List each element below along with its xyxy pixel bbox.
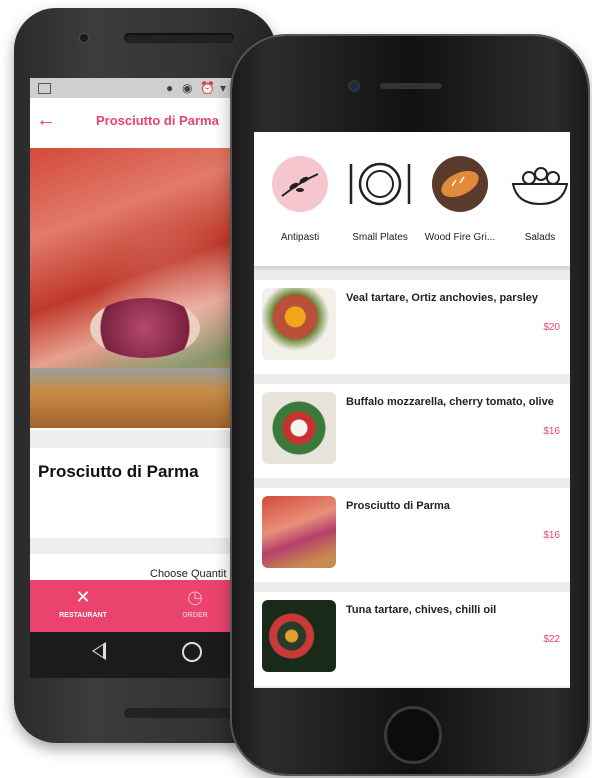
page-title: Prosciutto di Parma	[96, 113, 219, 128]
category-label: Small Plates	[352, 232, 408, 243]
salad-bowl-icon	[507, 156, 570, 212]
olive-branch-icon	[272, 156, 328, 212]
menu-item-price: $22	[543, 634, 560, 645]
menu-item-name: Buffalo mozzarella, cherry tomato, olive	[346, 396, 554, 408]
menu-item-price: $16	[543, 530, 560, 541]
tab-restaurant[interactable]: ✕ RESTAURANT	[38, 580, 128, 632]
menu-item[interactable]: Tuna tartare, chives, chilli oil $22	[254, 592, 570, 686]
menu-item[interactable]: Prosciutto di Parma $16	[254, 488, 570, 582]
location-icon: ●	[166, 81, 174, 95]
front-camera	[350, 82, 358, 90]
prosciutto-photo	[262, 496, 336, 568]
category-label: Antipasti	[280, 232, 320, 243]
alarm-icon: ⏰	[200, 81, 215, 95]
tab-order[interactable]: ◷ ORDER	[150, 580, 240, 632]
menu-item[interactable]: Veal tartare, Ortiz anchovies, parsley $…	[254, 280, 570, 374]
fork-knife-icon: ✕	[75, 587, 91, 607]
front-camera	[78, 32, 90, 44]
earpiece-speaker	[124, 33, 234, 43]
bottom-speaker	[124, 708, 234, 718]
tab-order-label: ORDER	[182, 612, 208, 619]
menu-item[interactable]: Buffalo mozzarella, cherry tomato, olive…	[254, 384, 570, 478]
divider	[254, 266, 570, 272]
bread-icon	[432, 156, 488, 212]
plate-cutlery-icon	[347, 156, 413, 212]
category-salads[interactable]: Salads	[500, 156, 570, 243]
category-label: Salads	[524, 232, 556, 243]
earpiece-speaker	[380, 83, 442, 89]
menu-item-name: Tuna tartare, chives, chilli oil	[346, 604, 497, 616]
category-antipasti[interactable]: Antipasti	[260, 156, 340, 243]
iphone: Antipasti Small Plates Wood Fire Gri... …	[232, 36, 588, 774]
category-strip: Antipasti Small Plates Wood Fire Gri... …	[254, 132, 570, 266]
menu-item-price: $16	[543, 426, 560, 437]
veal-tartare-photo	[262, 288, 336, 360]
image-notification-icon	[38, 83, 51, 94]
iphone-screen: Antipasti Small Plates Wood Fire Gri... …	[254, 132, 570, 688]
buffalo-mozzarella-photo	[262, 392, 336, 464]
back-arrow-icon[interactable]: ←	[36, 110, 56, 130]
tab-restaurant-label: RESTAURANT	[59, 612, 107, 619]
signal-icon: ▾	[220, 81, 227, 95]
nav-back-icon[interactable]	[92, 642, 106, 660]
nav-home-icon[interactable]	[182, 642, 202, 662]
category-small-plates[interactable]: Small Plates	[340, 156, 420, 243]
menu-item-name: Prosciutto di Parma	[346, 500, 450, 512]
menu-item-name: Veal tartare, Ortiz anchovies, parsley	[346, 292, 538, 304]
category-label: Wood Fire Gri...	[424, 232, 496, 243]
dish-name: Prosciutto di Parma	[38, 462, 199, 481]
order-clock-icon: ◷	[187, 587, 203, 607]
choose-quantity-label: Choose Quantit	[150, 568, 227, 580]
menu-item-price: $20	[543, 322, 560, 333]
tuna-tartare-photo	[262, 600, 336, 672]
category-wood-fire-grill[interactable]: Wood Fire Gri...	[420, 156, 500, 243]
home-button[interactable]	[384, 706, 442, 764]
bluetooth-icon: ◉	[182, 81, 193, 95]
fig-slice	[90, 298, 200, 358]
